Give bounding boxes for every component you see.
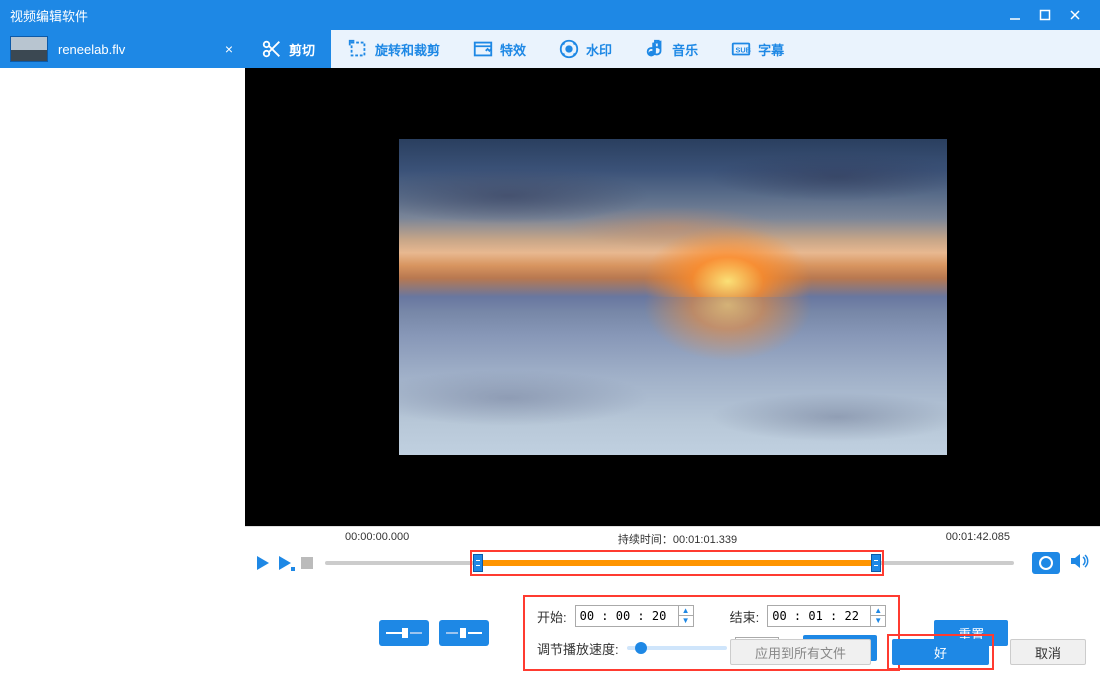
timeline-track[interactable] [325,554,1014,572]
start-label: 开始: [537,607,567,626]
duration-value: 00:01:01.339 [673,534,737,546]
close-button[interactable] [1060,5,1090,25]
tab-rotate-label: 旋转和裁剪 [375,40,440,59]
music-icon [644,38,666,60]
start-time-field[interactable] [576,609,678,623]
ok-highlight: 好 [887,634,994,670]
minimize-button[interactable] [1000,5,1030,25]
end-time-field[interactable] [768,609,870,623]
watermark-icon [558,38,580,60]
speed-slider[interactable] [627,646,727,650]
video-preview[interactable] [245,68,1100,526]
tab-effect-label: 特效 [500,40,526,59]
play-button[interactable] [255,555,271,571]
tab-music-label: 音乐 [672,40,698,59]
speed-slider-knob[interactable] [635,642,647,654]
end-label: 结束: [730,607,760,626]
ok-button[interactable]: 好 [892,639,989,665]
speed-label: 调节播放速度: [537,639,619,658]
tab-cut[interactable]: 剪切 [245,30,331,68]
selection-start-handle[interactable] [473,554,483,572]
video-frame [399,139,947,455]
timeline-start-time: 00:00:00.000 [345,531,409,547]
subtitle-icon: SUB [730,38,752,60]
stop-button[interactable] [301,557,313,569]
file-name: reneelab.flv [58,42,213,57]
volume-button[interactable] [1070,552,1090,575]
apply-all-button[interactable]: 应用到所有文件 [730,639,871,665]
crop-icon [347,38,369,60]
scissors-icon [261,38,283,60]
timeline: 00:00:00.000 持续时间：00:01:01.339 00:01:42.… [245,526,1100,577]
tab-effect[interactable]: 特效 [456,30,542,68]
start-spin-up[interactable]: ▲ [679,606,693,616]
file-thumbnail [10,36,48,62]
tab-music[interactable]: 音乐 [628,30,714,68]
duration-label: 持续时间： [618,534,673,546]
end-spin-down[interactable]: ▼ [871,616,885,626]
maximize-button[interactable] [1030,5,1060,25]
cancel-button[interactable]: 取消 [1010,639,1086,665]
timeline-end-time: 00:01:42.085 [946,531,1010,547]
tab-subtitle-label: 字幕 [758,40,784,59]
app-title: 视频编辑软件 [10,6,88,25]
controls-panel: 开始: ▲▼ 结束: ▲▼ 调节播放速度: [245,577,1100,680]
svg-text:SUB: SUB [736,46,751,55]
effect-icon [472,38,494,60]
tab-rotate[interactable]: 旋转和裁剪 [331,30,456,68]
toolbar: 剪切 旋转和裁剪 特效 水印 音乐 SUB 字幕 [245,30,1100,68]
titlebar: 视频编辑软件 [0,0,1100,30]
end-time-input[interactable]: ▲▼ [767,605,886,627]
end-spin-up[interactable]: ▲ [871,606,885,616]
set-start-button[interactable] [379,620,429,646]
tab-cut-label: 剪切 [289,40,315,59]
file-tab[interactable]: reneelab.flv × [0,30,245,68]
tab-watermark[interactable]: 水印 [542,30,628,68]
tab-subtitle[interactable]: SUB 字幕 [714,30,800,68]
tab-watermark-label: 水印 [586,40,612,59]
sidebar: reneelab.flv × [0,30,245,680]
set-end-button[interactable] [439,620,489,646]
start-spin-down[interactable]: ▼ [679,616,693,626]
selection-end-handle[interactable] [871,554,881,572]
snapshot-button[interactable] [1032,552,1060,574]
start-time-input[interactable]: ▲▼ [575,605,694,627]
play-next-button[interactable] [277,555,295,571]
file-close-button[interactable]: × [213,41,245,57]
